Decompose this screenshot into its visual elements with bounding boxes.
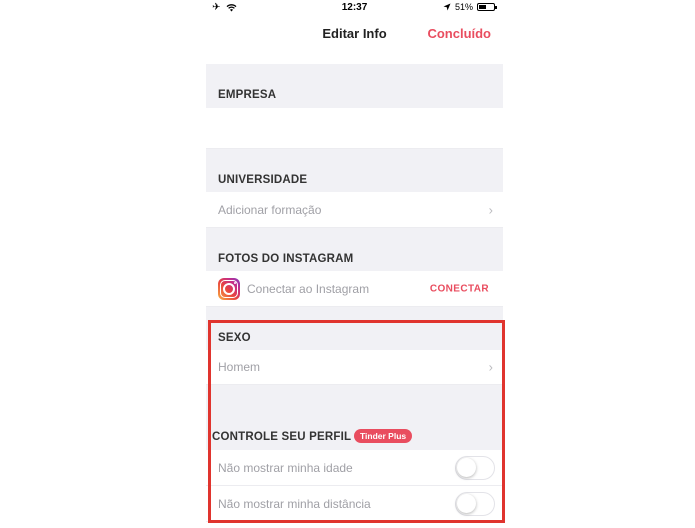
section-universidade-header: UNIVERSIDADE (206, 149, 503, 192)
hide-age-toggle[interactable] (455, 455, 495, 480)
hide-distance-label: Não mostrar minha distância (218, 496, 371, 511)
connect-instagram-button[interactable]: CONECTAR (430, 283, 489, 294)
section-title-sexo: SEXO (218, 332, 251, 344)
navigation-bar: Editar Info Concluído (206, 16, 503, 52)
status-bar: ✈ 12:37 51% (206, 0, 503, 16)
battery-level (479, 5, 486, 9)
section-empresa-header: EMPRESA (206, 64, 503, 108)
section-title-controle: CONTROLE SEU PERFIL (212, 431, 352, 443)
section-title-empresa: EMPRESA (218, 89, 277, 101)
section-instagram-header: FOTOS DO INSTAGRAM (206, 228, 503, 271)
chevron-right-icon: › (488, 202, 493, 217)
section-controle-header: CONTROLE SEU PERFIL Tinder Plus (206, 385, 503, 450)
tinder-plus-badge: Tinder Plus (354, 429, 413, 443)
empresa-field[interactable] (206, 108, 503, 149)
hide-distance-row: Não mostrar minha distância (206, 486, 503, 522)
add-education-label: Adicionar formação (218, 202, 322, 217)
hide-age-label: Não mostrar minha idade (218, 460, 353, 475)
section-title-universidade: UNIVERSIDADE (218, 174, 308, 186)
gender-row[interactable]: Homem › (206, 350, 503, 385)
phone-screen: ✈ 12:37 51% Editar Info Concluído EMPRES… (206, 0, 503, 528)
hide-age-row: Não mostrar minha idade (206, 450, 503, 486)
gender-value: Homem (218, 360, 261, 374)
hide-distance-toggle[interactable] (455, 491, 495, 516)
chevron-right-icon: › (488, 359, 493, 375)
battery-percent: 51% (454, 2, 473, 12)
add-education-row[interactable]: Adicionar formação › (206, 192, 503, 228)
battery-icon (477, 3, 497, 11)
section-title-instagram: FOTOS DO INSTAGRAM (218, 253, 354, 265)
location-arrow-icon (443, 3, 451, 11)
instagram-connect-label: Conectar ao Instagram (247, 281, 370, 296)
instagram-icon (218, 277, 240, 300)
instagram-connect-row[interactable]: Conectar ao Instagram CONECTAR (206, 271, 503, 307)
section-sexo-header: SEXO (206, 307, 503, 350)
done-button[interactable]: Concluído (427, 26, 491, 41)
